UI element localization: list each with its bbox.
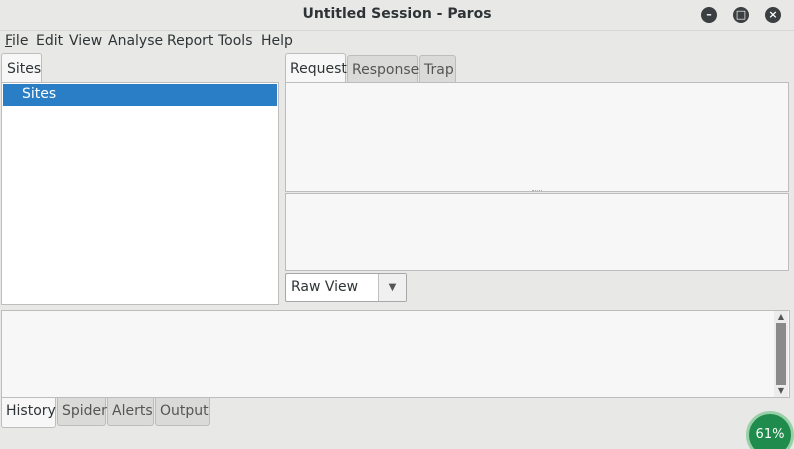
vertical-scrollbar[interactable]: ▲ ▼ [774,311,788,397]
tab-response[interactable]: Response [347,55,419,83]
maximize-button[interactable]: □ [733,7,749,23]
history-pane[interactable]: ▲ ▼ [1,310,790,398]
tab-spider[interactable]: Spider [57,398,107,426]
percentage-value: 61% [755,427,785,442]
menu-report[interactable]: Report [167,33,213,49]
tab-sites[interactable]: Sites [1,53,42,83]
maximize-icon: □ [735,8,747,21]
tab-output[interactable]: Output [155,398,210,426]
minimize-icon: – [706,8,712,21]
tree-item-sites[interactable]: Sites [3,84,277,106]
menu-file[interactable]: File [5,33,28,49]
chevron-down-icon[interactable]: ▼ [378,274,406,301]
view-select-value: Raw View [291,279,359,295]
close-icon: × [768,8,778,21]
scroll-down-icon[interactable]: ▼ [774,385,788,397]
menu-analyse[interactable]: Analyse [108,33,163,49]
sites-tree[interactable]: Sites [1,82,279,305]
menu-help[interactable]: Help [261,33,293,49]
menu-tools[interactable]: Tools [218,33,253,49]
tab-request[interactable]: Request [285,53,347,83]
tab-trap[interactable]: Trap [419,55,456,83]
close-button[interactable]: × [765,7,781,23]
request-header-pane[interactable] [285,82,789,192]
window-title: Untitled Session - Paros [302,6,492,22]
menu-view[interactable]: View [69,33,102,49]
menu-edit[interactable]: Edit [36,33,63,49]
minimize-button[interactable]: – [701,7,717,23]
tab-history[interactable]: History [1,398,56,428]
scroll-thumb[interactable] [776,323,786,385]
tab-alerts[interactable]: Alerts [107,398,154,426]
scroll-up-icon[interactable]: ▲ [774,311,788,323]
menu-bar: File Edit View Analyse Report Tools Help [0,31,794,53]
request-body-pane[interactable] [285,193,789,271]
title-bar: Untitled Session - Paros – □ × [0,0,794,31]
view-select[interactable]: Raw View ▼ [285,273,407,302]
percentage-indicator[interactable]: 61% [746,411,794,449]
